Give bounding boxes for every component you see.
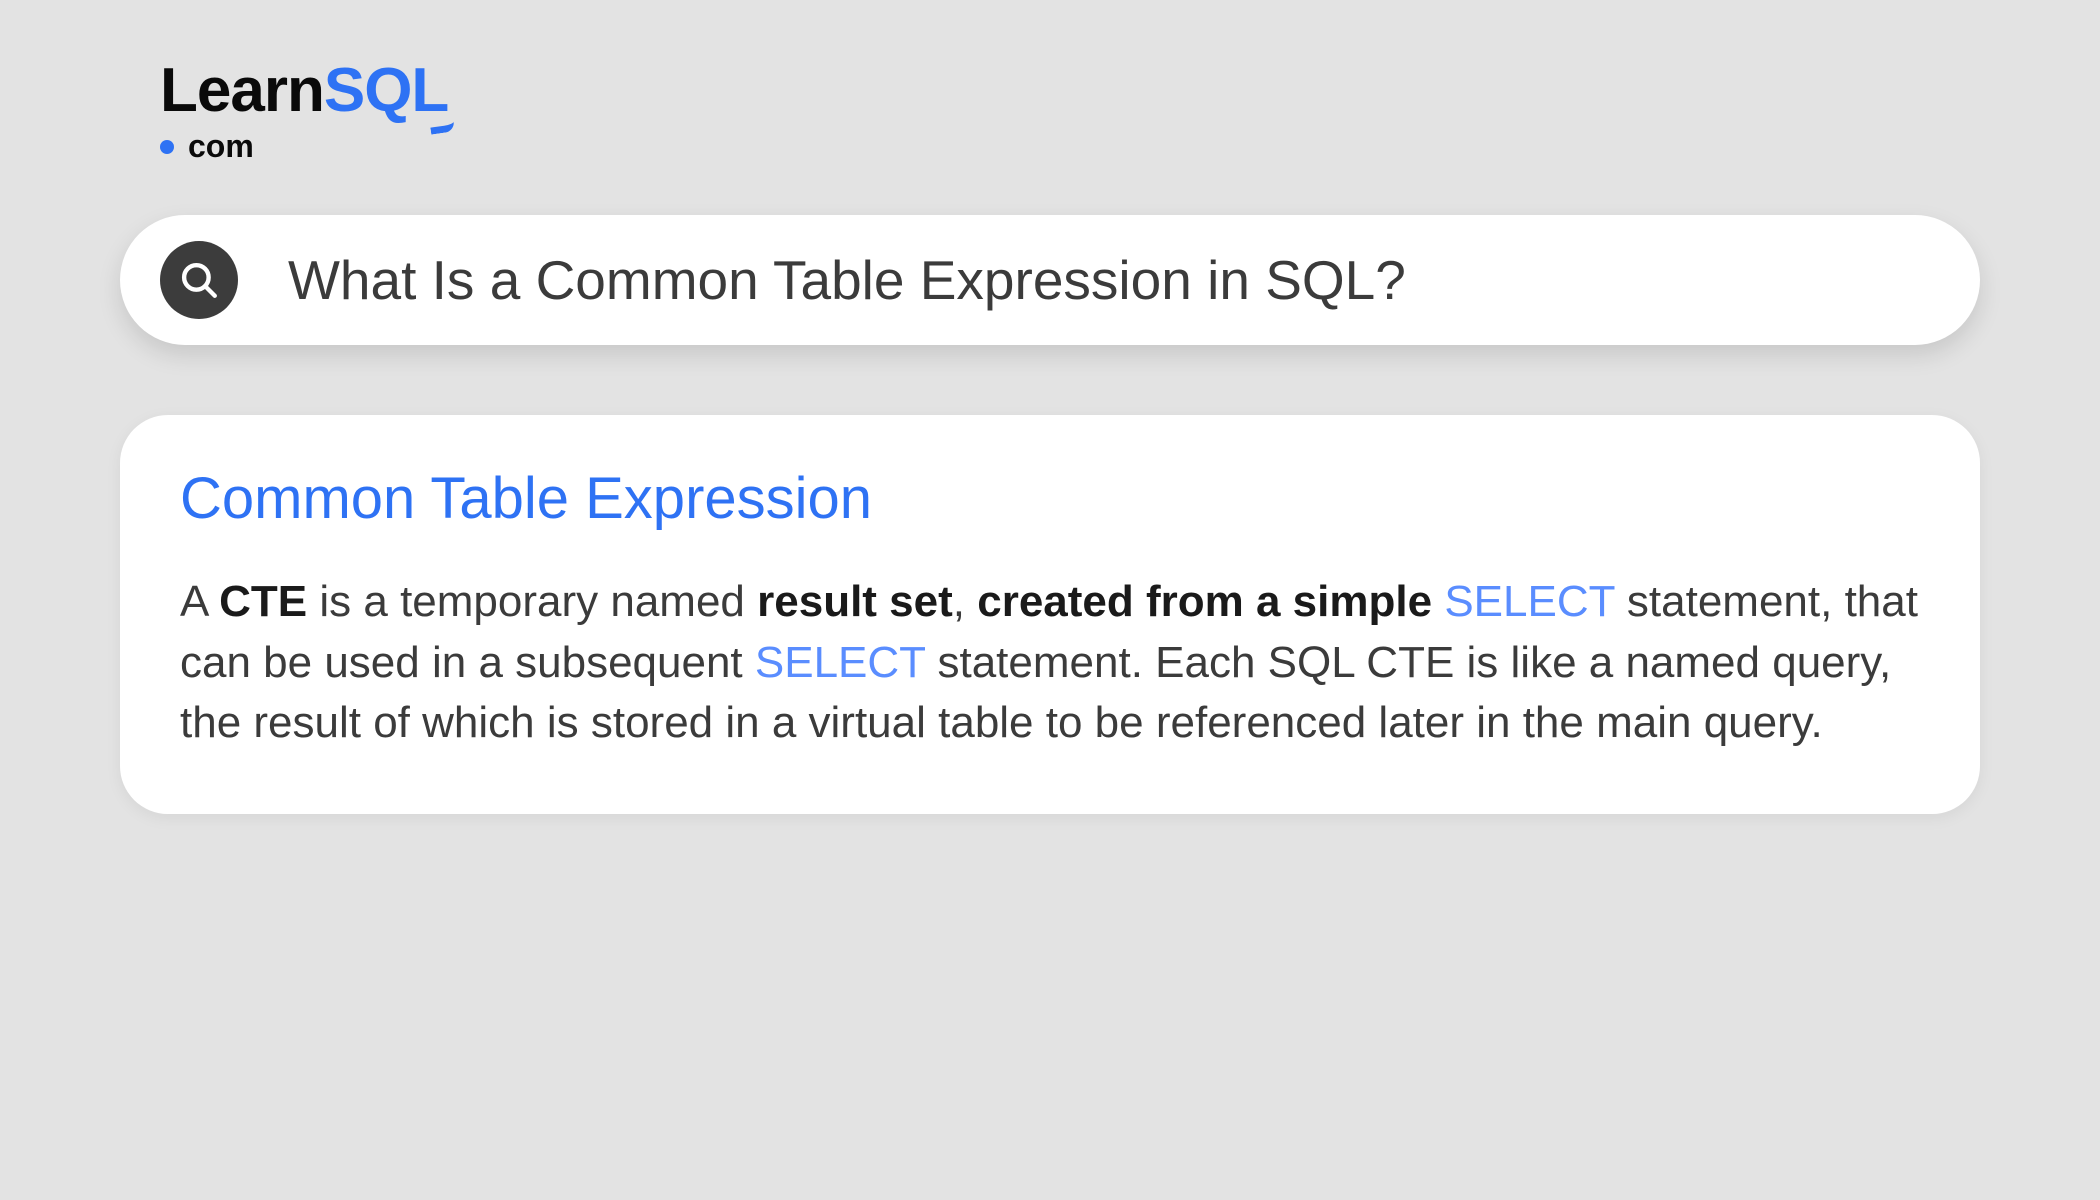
logo-text-com: com [188,128,254,164]
logo-dot-icon [160,140,174,154]
result-body: A CTE is a temporary named result set, c… [180,572,1920,754]
logo-text-learn: Learn [160,56,324,125]
search-icon[interactable] [160,241,238,319]
result-title: Common Table Expression [180,465,1920,532]
search-input[interactable] [288,248,1940,312]
logo-main: LearnSQL [160,60,1980,122]
result-keyword-select: SELECT [1444,577,1614,626]
logo-text-sql: SQL [324,56,448,125]
result-keyword-select: SELECT [755,638,925,687]
result-bold-cte: CTE [219,577,307,626]
result-text: , [953,577,977,626]
search-bar[interactable] [120,215,1980,345]
result-bold-resultset: result set [757,577,953,626]
result-text [1432,577,1444,626]
result-text: is a temporary named [307,577,757,626]
result-text: A [180,577,219,626]
logo: LearnSQL com [160,60,1980,165]
result-card: Common Table Expression A CTE is a tempo… [120,415,1980,814]
result-bold-created: created from a simple [977,577,1432,626]
